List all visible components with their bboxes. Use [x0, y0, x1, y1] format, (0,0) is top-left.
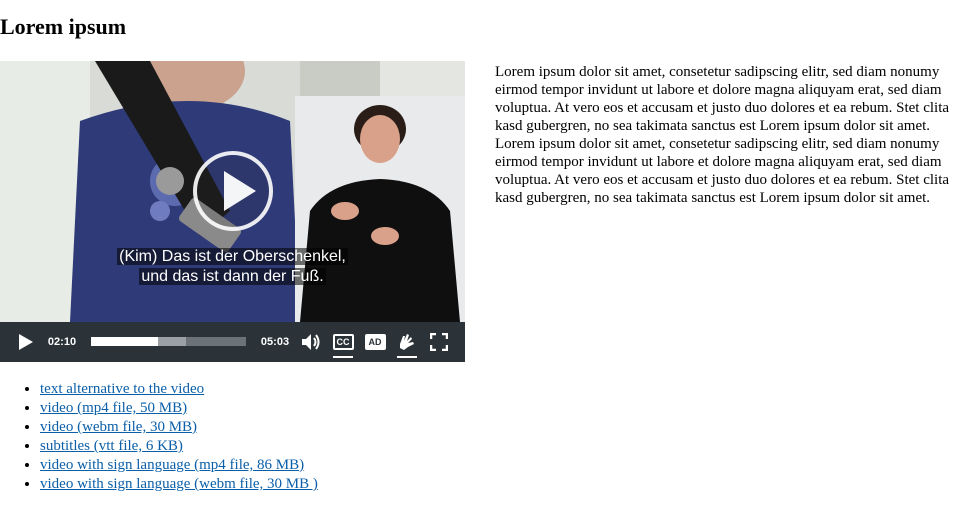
- captions-button[interactable]: CC: [331, 322, 355, 362]
- list-item: subtitles (vtt file, 6 KB): [40, 437, 318, 456]
- list-item: text alternative to the video: [40, 380, 318, 399]
- sign-language-webm-link[interactable]: video with sign language (webm file, 30 …: [40, 476, 318, 492]
- sign-language-button[interactable]: [395, 322, 419, 362]
- control-bar: 02:10 05:03 CC AD: [0, 322, 465, 362]
- article-text: Lorem ipsum dolor sit amet, consetetur s…: [495, 64, 950, 206]
- active-indicator: [397, 356, 417, 358]
- fullscreen-button[interactable]: [427, 322, 451, 362]
- duration-time: 05:03: [260, 336, 290, 348]
- active-indicator: [333, 356, 353, 358]
- volume-icon: [302, 334, 320, 350]
- captions-icon: CC: [332, 334, 354, 350]
- play-icon: [19, 334, 33, 350]
- current-time: 02:10: [47, 336, 77, 348]
- subtitles-vtt-link[interactable]: subtitles (vtt file, 6 KB): [40, 438, 183, 454]
- download-list: text alternative to the video video (mp4…: [0, 380, 318, 494]
- list-item: video (mp4 file, 50 MB): [40, 399, 318, 418]
- volume-button[interactable]: [299, 322, 323, 362]
- list-item: video with sign language (webm file, 30 …: [40, 475, 318, 494]
- sign-language-icon: [400, 334, 414, 350]
- list-item: video with sign language (mp4 file, 86 M…: [40, 456, 318, 475]
- play-button[interactable]: [12, 322, 40, 362]
- progress-bar[interactable]: [91, 337, 246, 346]
- subtitle-line: (Kim) Das ist der Oberschenkel,: [117, 248, 348, 265]
- video-frame[interactable]: (Kim) Das ist der Oberschenkel, und das …: [0, 61, 465, 322]
- list-item: video (webm file, 30 MB): [40, 418, 318, 437]
- played-bar: [91, 337, 158, 346]
- video-mp4-link[interactable]: video (mp4 file, 50 MB): [40, 400, 187, 416]
- sign-language-mp4-link[interactable]: video with sign language (mp4 file, 86 M…: [40, 457, 304, 473]
- fullscreen-icon: [430, 333, 448, 351]
- audio-description-icon: AD: [364, 334, 386, 350]
- subtitle-track: (Kim) Das ist der Oberschenkel, und das …: [0, 247, 465, 287]
- audio-description-button[interactable]: AD: [363, 322, 387, 362]
- subtitle-line: und das ist dann der Fuß.: [139, 268, 326, 285]
- text-alternative-link[interactable]: text alternative to the video: [40, 381, 204, 397]
- play-circle-icon: [224, 171, 256, 211]
- big-play-button[interactable]: [193, 151, 273, 231]
- video-player[interactable]: (Kim) Das ist der Oberschenkel, und das …: [0, 61, 465, 362]
- video-webm-link[interactable]: video (webm file, 30 MB): [40, 419, 197, 435]
- page-title: Lorem ipsum: [0, 14, 127, 39]
